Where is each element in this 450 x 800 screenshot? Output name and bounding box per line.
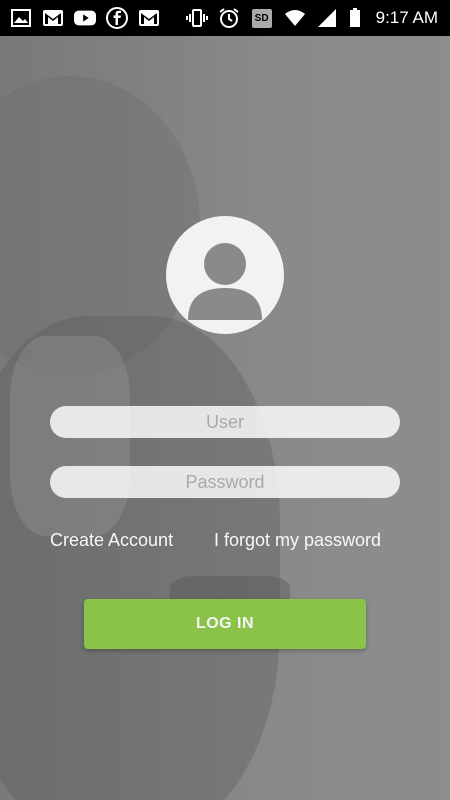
sd-card-label: SD [251, 8, 272, 28]
create-account-link[interactable]: Create Account [50, 530, 173, 551]
password-input[interactable] [50, 466, 400, 498]
status-bar: SD 9:17 AM [0, 0, 450, 36]
clock: 9:17 AM [375, 8, 438, 27]
system-icons: SD 9:17 AM [185, 7, 438, 29]
signal-icon [316, 7, 338, 29]
notification-icons [10, 7, 160, 29]
sd-card-icon: SD [250, 7, 274, 29]
alarm-icon [218, 7, 240, 29]
battery-icon [348, 7, 362, 29]
forgot-password-link[interactable]: I forgot my password [214, 530, 381, 551]
youtube-icon [74, 7, 96, 29]
user-input[interactable] [50, 406, 400, 438]
user-avatar-icon [166, 216, 284, 334]
image-icon [10, 7, 32, 29]
gmail-icon [42, 7, 64, 29]
gmail-icon [138, 7, 160, 29]
wifi-icon [284, 7, 306, 29]
login-button[interactable]: LOG IN [84, 599, 366, 649]
facebook-icon [106, 7, 128, 29]
vibrate-icon [185, 7, 208, 29]
